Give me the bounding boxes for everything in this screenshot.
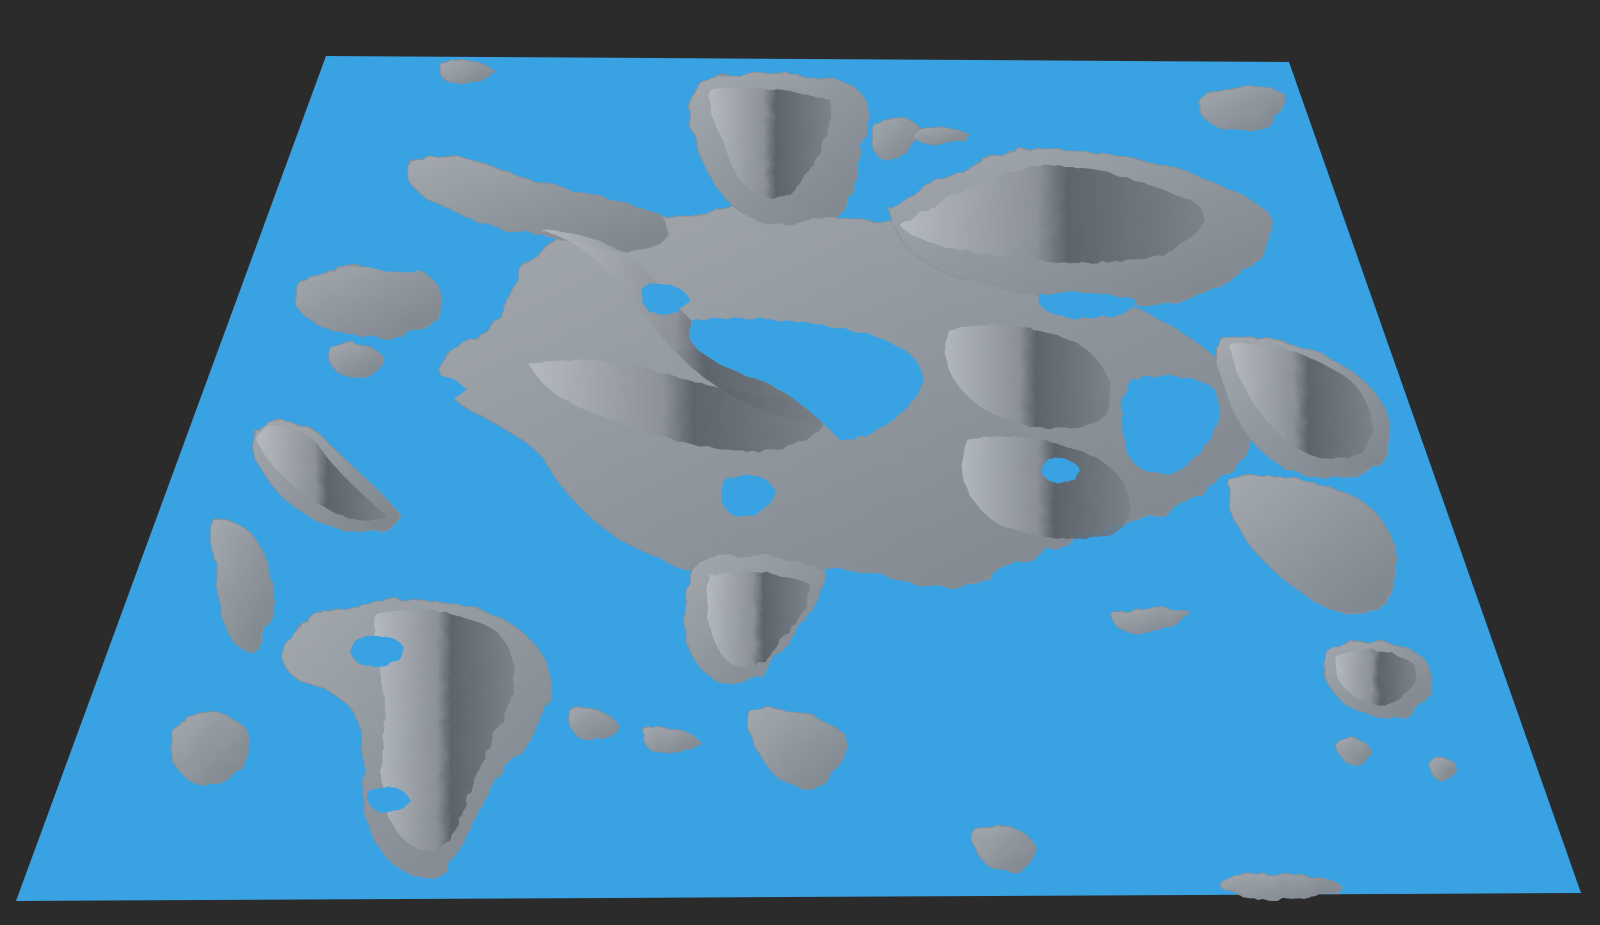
terrain-render[interactable]	[0, 0, 1600, 925]
3d-viewport[interactable]	[0, 0, 1600, 925]
